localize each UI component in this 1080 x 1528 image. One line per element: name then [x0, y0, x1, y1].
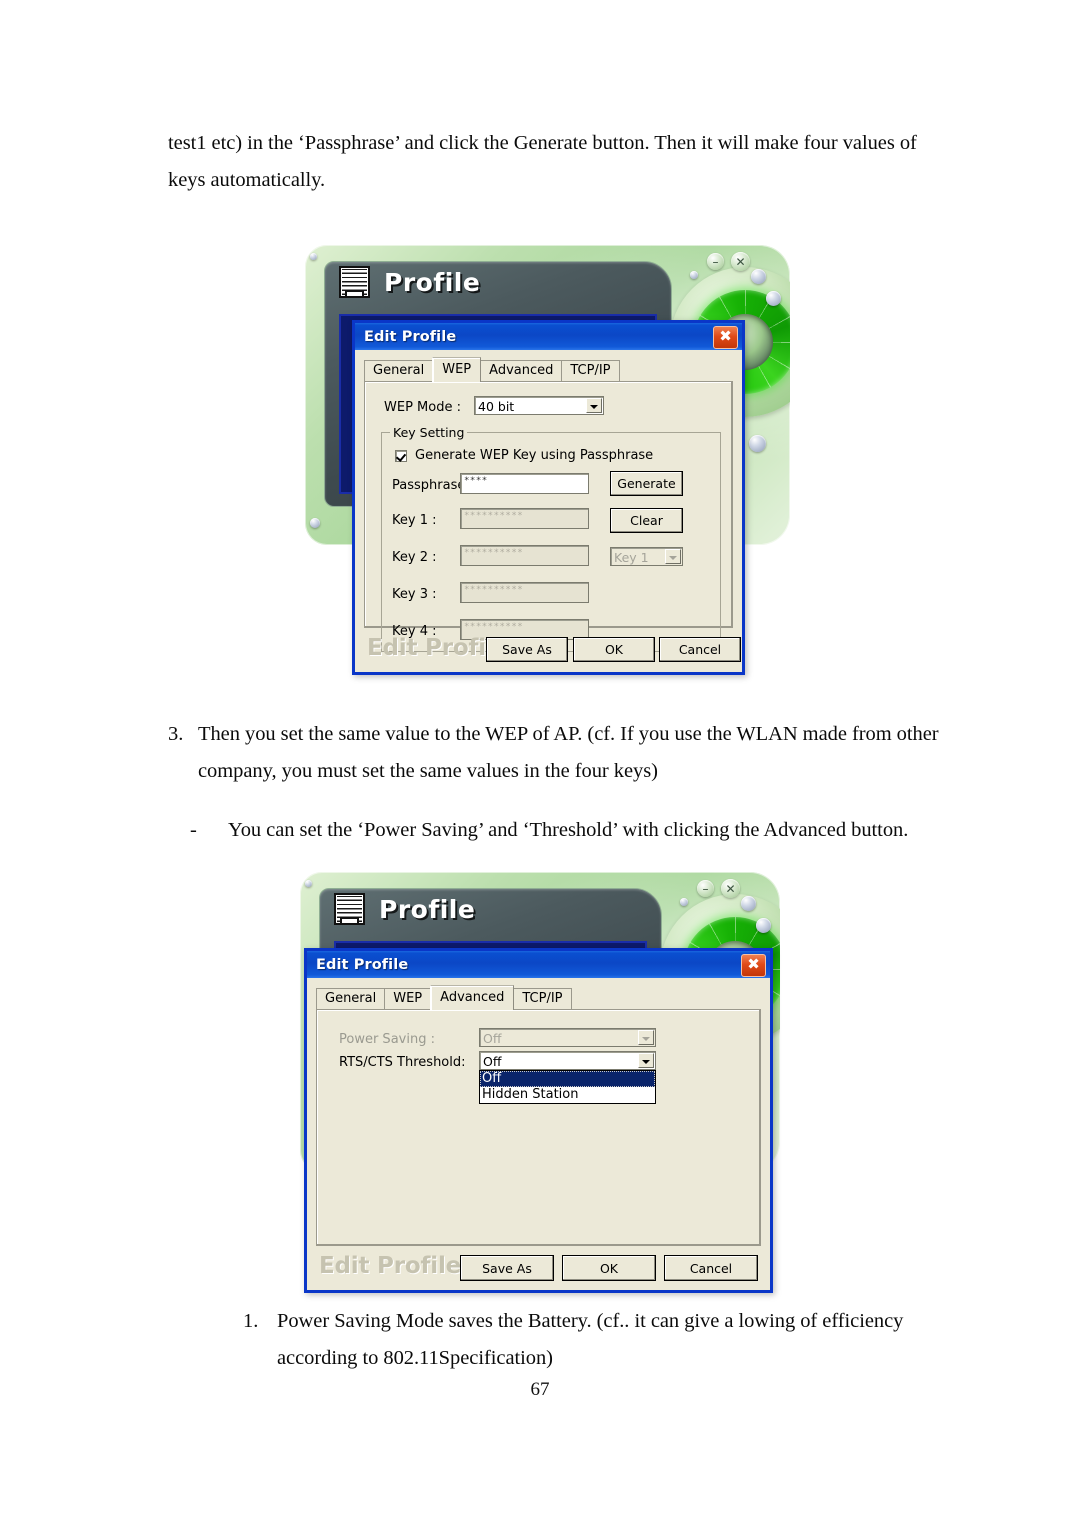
intro-paragraph: test1 etc) in the ‘Passphrase’ and click…	[168, 132, 917, 191]
tab-page-advanced: Power Saving : Off RTS/CTS Threshold: Of…	[316, 1009, 761, 1246]
dialog-title-2: Edit Profile	[316, 956, 409, 973]
dash-bullet-text: You can set the ‘Power Saving’ and ‘Thre…	[228, 819, 909, 841]
default-key-select[interactable]: Key 1	[610, 547, 683, 566]
shell-bead-6	[749, 435, 766, 452]
wep-mode-label: WEP Mode :	[384, 400, 461, 415]
step-1-marker: 1.	[243, 1310, 259, 1332]
power-saving-label: Power Saving :	[339, 1032, 435, 1047]
dialog-footer-2: Edit Profile Save As OK Cancel	[307, 1246, 770, 1290]
shell-bead-2	[756, 918, 771, 933]
step-3-paragraph: 3. Then you set the same value to the WE…	[168, 716, 968, 790]
dash-bullet-paragraph: - You can set the ‘Power Saving’ and ‘Th…	[190, 812, 980, 849]
close-icon[interactable]: ✖	[713, 326, 738, 349]
generate-wep-key-label: Generate WEP Key using Passphrase	[415, 448, 654, 463]
rts-cts-threshold-value: Off	[483, 1054, 502, 1069]
tab-general[interactable]: General	[316, 988, 386, 1009]
rts-cts-threshold-dropdown: Off Hidden Station	[479, 1070, 656, 1104]
ok-button[interactable]: OK	[573, 637, 655, 662]
key2-label: Key 2 :	[392, 550, 437, 565]
rts-cts-threshold-select[interactable]: Off	[479, 1051, 656, 1070]
tab-advanced[interactable]: Advanced	[480, 360, 563, 381]
wep-mode-select[interactable]: 40 bit	[474, 396, 604, 415]
step-3-text: Then you set the same value to the WEP o…	[198, 723, 939, 782]
key-setting-title: Key Setting	[390, 425, 468, 440]
edit-profile-dialog-advanced: Edit Profile ✖ General WEP Advanced TCP/…	[304, 948, 773, 1293]
default-key-value: Key 1	[614, 550, 649, 565]
dialog-title: Edit Profile	[364, 328, 457, 345]
app-titlebar: Profile	[325, 262, 671, 302]
chevron-down-icon[interactable]	[586, 398, 602, 413]
generate-button[interactable]: Generate	[610, 471, 683, 496]
close-icon[interactable]: ✕	[721, 879, 740, 898]
footer-brand-2: Edit Profile	[319, 1253, 462, 1279]
chevron-down-icon[interactable]	[638, 1030, 654, 1045]
dash-bullet-marker: -	[190, 819, 197, 841]
shell-bead-5	[310, 518, 320, 528]
profile-card-icon	[334, 893, 365, 925]
shell-bead-1	[741, 896, 756, 911]
dropdown-option-hidden-station[interactable]: Hidden Station	[480, 1087, 655, 1103]
step-3-marker: 3.	[168, 723, 184, 745]
tab-advanced[interactable]: Advanced	[430, 985, 515, 1010]
key3-input[interactable]: **********	[460, 582, 589, 603]
tab-wep[interactable]: WEP	[432, 357, 482, 382]
clear-button[interactable]: Clear	[610, 508, 683, 533]
shell-bead-4	[310, 253, 317, 260]
app-titlebar-2: Profile	[320, 889, 661, 929]
save-as-button[interactable]: Save As	[486, 637, 568, 662]
shell-bead-3	[690, 271, 698, 279]
dialog-titlebar[interactable]: Edit Profile ✖	[355, 323, 742, 350]
key-setting-group: Key Setting Generate WEP Key using Passp…	[381, 425, 721, 652]
chevron-down-icon[interactable]	[638, 1053, 654, 1068]
cancel-button[interactable]: Cancel	[664, 1255, 758, 1281]
ok-button[interactable]: OK	[562, 1255, 656, 1281]
app-title-2: Profile	[379, 894, 476, 924]
close-icon[interactable]: ✖	[741, 954, 766, 977]
chevron-down-icon[interactable]	[665, 549, 681, 564]
shell-bead-4	[305, 880, 312, 887]
shell-bead-1	[751, 269, 766, 284]
power-saving-value: Off	[483, 1031, 502, 1046]
key1-label: Key 1 :	[392, 513, 437, 528]
generate-wep-key-checkbox[interactable]	[395, 450, 407, 462]
minimize-icon[interactable]: –	[697, 880, 714, 897]
app-title: Profile	[384, 267, 481, 297]
tab-general[interactable]: General	[364, 360, 434, 381]
tab-tcpip[interactable]: TCP/IP	[561, 360, 620, 381]
minimize-icon[interactable]: –	[707, 253, 724, 270]
rts-cts-threshold-label: RTS/CTS Threshold:	[339, 1055, 466, 1070]
tab-wep[interactable]: WEP	[384, 988, 432, 1009]
dialog-footer: Edit Profile Save As OK Cancel	[355, 628, 742, 672]
key2-input[interactable]: **********	[460, 545, 589, 566]
tab-strip: General WEP Advanced TCP/IP	[364, 357, 733, 382]
shell-bead-3	[680, 898, 688, 906]
tab-page-wep: WEP Mode : 40 bit Key Setting Generate W…	[364, 381, 733, 652]
page-number: 67	[530, 1379, 550, 1400]
wep-mode-value: 40 bit	[478, 399, 515, 414]
key1-input[interactable]: **********	[460, 508, 589, 529]
dialog-titlebar-2[interactable]: Edit Profile ✖	[307, 951, 770, 978]
profile-card-icon	[339, 266, 370, 298]
key3-label: Key 3 :	[392, 587, 437, 602]
save-as-button[interactable]: Save As	[460, 1255, 554, 1281]
cancel-button[interactable]: Cancel	[659, 637, 741, 662]
power-saving-select[interactable]: Off	[479, 1028, 656, 1047]
step-1-paragraph: 1. Power Saving Mode saves the Battery. …	[243, 1303, 963, 1377]
tab-strip-2: General WEP Advanced TCP/IP	[316, 985, 761, 1010]
passphrase-input[interactable]: ****	[460, 473, 589, 494]
step-1-text: Power Saving Mode saves the Battery. (cf…	[277, 1310, 904, 1369]
tab-tcpip[interactable]: TCP/IP	[513, 988, 572, 1009]
edit-profile-dialog-wep: Edit Profile ✖ General WEP Advanced TCP/…	[352, 320, 745, 675]
close-icon[interactable]: ✕	[731, 252, 750, 271]
dropdown-option-off[interactable]: Off	[480, 1071, 655, 1087]
shell-bead-2	[766, 291, 781, 306]
